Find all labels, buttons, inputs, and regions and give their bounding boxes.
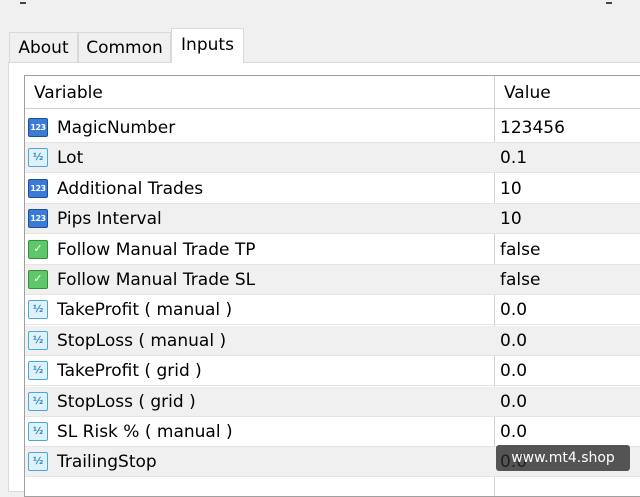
watermark: www.mt4.shop xyxy=(496,445,630,471)
column-header-variable[interactable]: Variable xyxy=(34,76,103,110)
double-icon: ½ xyxy=(28,391,48,411)
variable-name: StopLoss ( grid ) xyxy=(57,391,196,412)
variable-name: MagicNumber xyxy=(57,118,176,138)
tab-bar: About Common Inputs xyxy=(8,28,640,63)
table-header: Variable Value xyxy=(25,76,640,109)
inputs-table: Variable Value 123 MagicNumber 123456 ½ Lot 0… xyxy=(24,75,640,497)
double-icon: ½ xyxy=(28,330,48,350)
double-icon: ½ xyxy=(28,148,48,168)
variable-name: SL Risk % ( manual ) xyxy=(57,422,233,442)
variable-name: Follow Manual Trade TP xyxy=(57,239,256,260)
window-corner-mark xyxy=(20,0,26,4)
variable-value[interactable]: 10 xyxy=(500,174,522,204)
variable-value[interactable]: false xyxy=(500,235,540,265)
tab-common[interactable]: Common xyxy=(78,32,171,62)
variable-value[interactable]: 123456 xyxy=(500,113,565,143)
variable-name: TrailingStop xyxy=(57,452,157,473)
tab-inputs[interactable]: Inputs xyxy=(171,28,244,63)
variable-value[interactable]: 0.0 xyxy=(500,295,527,325)
variable-name: Pips Interval xyxy=(57,209,162,230)
variable-value[interactable]: false xyxy=(500,265,540,295)
variable-value[interactable]: 0.1 xyxy=(500,143,527,173)
boolean-icon: ✓ xyxy=(28,270,48,289)
variable-name: TakeProfit ( manual ) xyxy=(57,300,233,321)
double-icon: ½ xyxy=(28,422,48,441)
double-icon: ½ xyxy=(28,361,48,381)
table-row[interactable]: 123 Additional Trades 10 xyxy=(25,174,640,204)
double-icon: ½ xyxy=(28,300,48,320)
column-header-value[interactable]: Value xyxy=(504,76,551,110)
table-row[interactable]: 123 Pips Interval 10 xyxy=(25,204,640,235)
integer-icon: 123 xyxy=(28,178,48,198)
boolean-icon: ✓ xyxy=(28,239,48,259)
variable-name: Follow Manual Trade SL xyxy=(57,270,256,290)
variable-value[interactable]: 0.0 xyxy=(500,417,527,447)
variable-name: StopLoss ( manual ) xyxy=(57,330,227,351)
table-row[interactable]: ½ Lot 0.1 xyxy=(25,143,640,174)
variable-name: TakeProfit ( grid ) xyxy=(57,361,202,382)
variable-name: Lot xyxy=(57,148,84,169)
table-row[interactable]: ½ TakeProfit ( grid ) 0.0 xyxy=(25,356,640,387)
table-row[interactable]: ✓ Follow Manual Trade SL false xyxy=(25,265,640,295)
table-row[interactable]: ½ StopLoss ( grid ) 0.0 xyxy=(25,386,640,417)
tab-about[interactable]: About xyxy=(9,32,78,62)
variable-name: Additional Trades xyxy=(57,178,204,199)
window-corner-mark xyxy=(606,0,612,4)
variable-value[interactable]: 0.0 xyxy=(500,387,527,417)
window-top-strip xyxy=(0,0,640,28)
double-icon: ½ xyxy=(28,452,48,472)
table-row[interactable]: ✓ Follow Manual Trade TP false xyxy=(25,235,640,265)
table-row[interactable]: ½ TakeProfit ( manual ) 0.0 xyxy=(25,295,640,326)
integer-icon: 123 xyxy=(28,118,48,137)
variable-value[interactable]: 0.0 xyxy=(500,326,527,356)
integer-icon: 123 xyxy=(28,209,48,229)
variable-value[interactable]: 10 xyxy=(500,204,522,234)
variable-value[interactable]: 0.0 xyxy=(500,356,527,386)
table-row[interactable]: 123 MagicNumber 123456 xyxy=(25,113,640,143)
table-row[interactable]: ½ StopLoss ( manual ) 0.0 xyxy=(25,325,640,356)
table-row[interactable]: ½ SL Risk % ( manual ) 0.0 xyxy=(25,417,640,447)
